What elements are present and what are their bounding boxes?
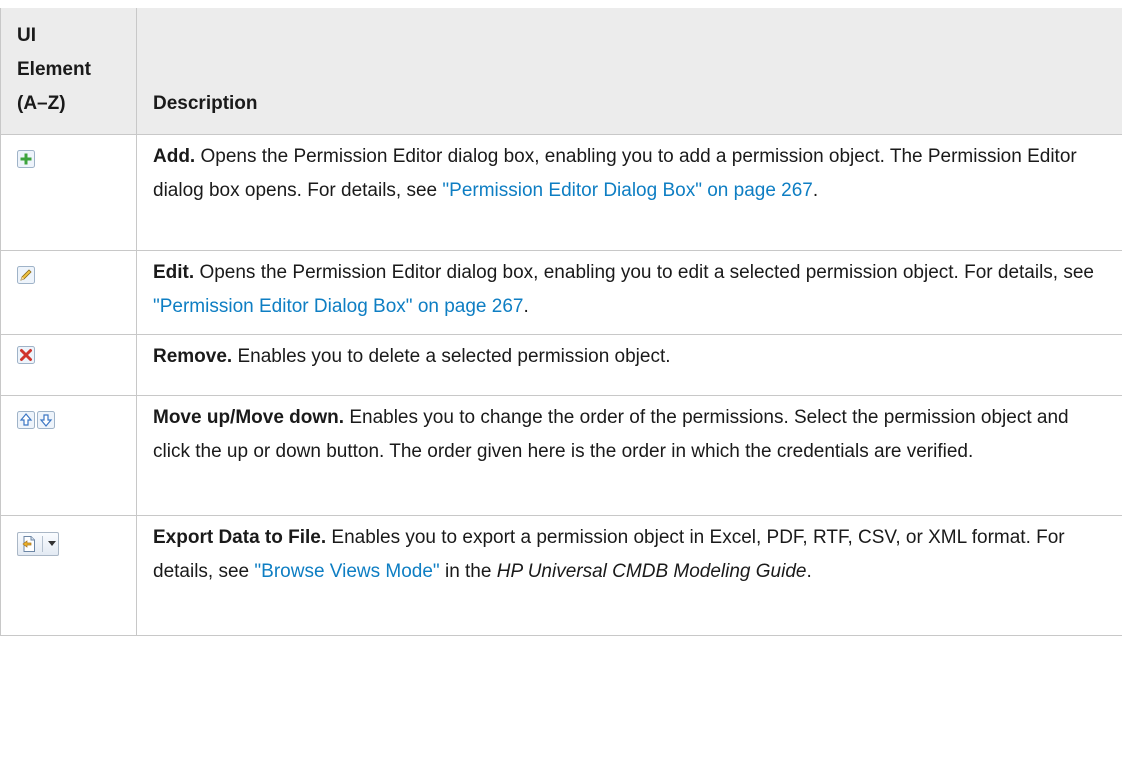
browse-views-mode-link[interactable]: "Browse Views Mode": [254, 561, 439, 582]
edit-pencil-icon[interactable]: [17, 266, 35, 284]
move-up-icon[interactable]: [17, 411, 35, 429]
table-row: Move up/Move down. Enables you to change…: [0, 395, 1122, 516]
table-header-row: UI Element (A–Z) Description: [0, 8, 1122, 135]
row-title: Add.: [153, 146, 196, 167]
row-text: Opens the Permission Editor dialog box, …: [194, 262, 1094, 283]
header-col1-line1: UI: [17, 25, 36, 46]
icon-cell: [0, 395, 137, 516]
icon-cell: [0, 134, 137, 251]
row-title: Export Data to File.: [153, 527, 327, 548]
ui-elements-table: UI Element (A–Z) Description Add. Opens …: [0, 8, 1122, 636]
header-col1-line3: (A–Z): [17, 93, 66, 114]
header-description: Description: [136, 8, 1122, 135]
icon-cell: [0, 250, 137, 335]
permission-editor-link[interactable]: "Permission Editor Dialog Box" on page 2…: [442, 180, 812, 201]
icon-cell: [0, 515, 137, 636]
icon-cell: [0, 334, 137, 396]
row-text-end: .: [812, 180, 819, 201]
description-cell: Add. Opens the Permission Editor dialog …: [136, 134, 1122, 251]
table-row: Edit. Opens the Permission Editor dialog…: [0, 250, 1122, 335]
add-plus-icon[interactable]: [17, 150, 35, 168]
description-cell: Edit. Opens the Permission Editor dialog…: [136, 250, 1122, 335]
header-col1-line2: Element: [17, 59, 91, 80]
description-cell: Remove. Enables you to delete a selected…: [136, 334, 1122, 396]
move-up-down-icon: [17, 411, 55, 429]
row-title: Edit.: [153, 262, 195, 283]
header-ui-element: UI Element (A–Z): [0, 8, 137, 135]
table-row: Remove. Enables you to delete a selected…: [0, 334, 1122, 396]
row-text-mid: in the: [439, 561, 497, 582]
table-row: Add. Opens the Permission Editor dialog …: [0, 134, 1122, 251]
export-file-icon: [22, 536, 35, 552]
table-row: Export Data to File. Enables you to expo…: [0, 515, 1122, 636]
row-text-end: .: [806, 561, 812, 582]
chevron-down-icon[interactable]: [48, 541, 56, 547]
guide-title: HP Universal CMDB Modeling Guide: [496, 561, 807, 582]
description-cell: Move up/Move down. Enables you to change…: [136, 395, 1122, 516]
permission-editor-link[interactable]: "Permission Editor Dialog Box" on page 2…: [153, 296, 523, 317]
row-title: Remove.: [153, 346, 233, 367]
row-text: Enables you to delete a selected permiss…: [232, 346, 671, 367]
row-title: Move up/Move down.: [153, 407, 345, 428]
remove-x-icon[interactable]: [17, 346, 35, 364]
export-data-icon[interactable]: [17, 532, 59, 556]
description-cell: Export Data to File. Enables you to expo…: [136, 515, 1122, 636]
row-text-end: .: [523, 296, 529, 317]
move-down-icon[interactable]: [37, 411, 55, 429]
export-divider: [42, 536, 43, 552]
